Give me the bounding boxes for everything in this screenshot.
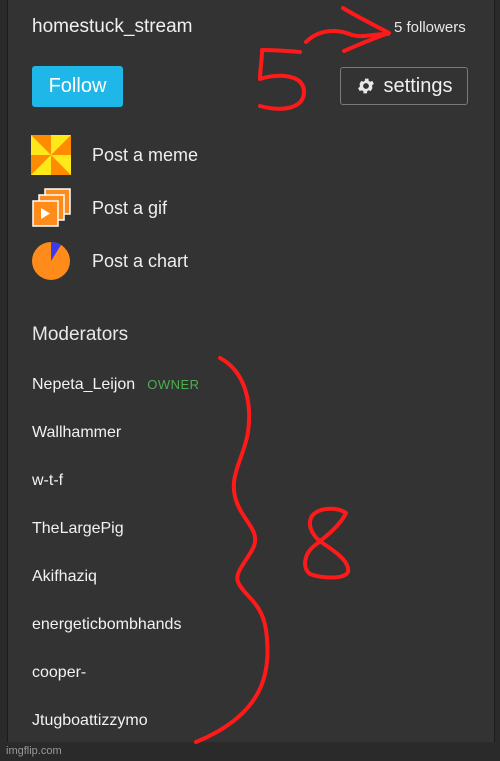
imgflip-watermark: imgflip.com xyxy=(6,745,62,757)
post-gif-label: Post a gif xyxy=(92,197,168,218)
owner-badge: OWNER xyxy=(147,377,200,392)
moderator-link[interactable]: Nepeta_Leijon OWNER xyxy=(32,376,200,394)
stream-name[interactable]: homestuck_stream xyxy=(32,16,193,38)
moderator-link[interactable]: Jtugboattizzymo xyxy=(32,712,148,730)
moderator-link[interactable]: Wallhammer xyxy=(32,424,121,442)
follow-button[interactable]: Follow xyxy=(32,66,123,107)
gif-stack-icon xyxy=(32,188,71,227)
moderator-link[interactable]: energeticbombhands xyxy=(32,616,181,634)
moderator-link[interactable]: TheLargePig xyxy=(32,520,124,538)
post-chart-link[interactable]: Post a chart xyxy=(31,241,188,281)
post-meme-label: Post a meme xyxy=(92,144,199,165)
moderator-link[interactable]: w-t-f xyxy=(32,472,63,490)
settings-button[interactable]: settings xyxy=(340,67,468,105)
pie-chart-icon xyxy=(32,242,70,280)
post-meme-link[interactable]: Post a meme xyxy=(31,135,198,175)
post-gif-link[interactable]: Post a gif xyxy=(31,188,167,228)
moderators-heading: Moderators xyxy=(32,324,129,345)
moderator-link[interactable]: Akifhaziq xyxy=(32,568,97,586)
moderator-name[interactable]: Nepeta_Leijon xyxy=(32,376,135,393)
post-chart-label: Post a chart xyxy=(92,250,189,271)
meme-pinwheel-icon xyxy=(31,135,71,175)
gear-icon xyxy=(357,78,374,94)
settings-label: settings xyxy=(383,74,453,97)
followers-count[interactable]: 5 followers xyxy=(394,19,466,36)
stream-sidebar: homestuck_stream 5 followers Follow sett… xyxy=(7,0,495,742)
moderator-link[interactable]: cooper- xyxy=(32,664,86,682)
